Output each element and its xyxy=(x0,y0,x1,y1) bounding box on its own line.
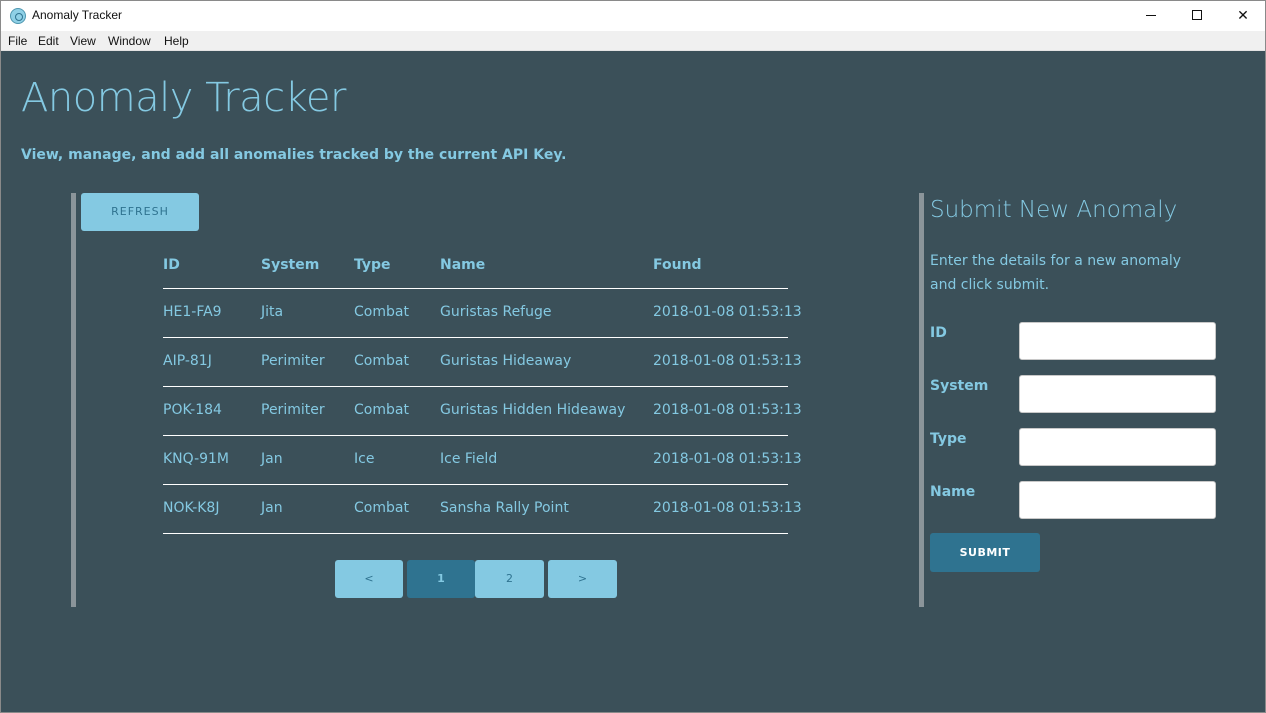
cell-name: Guristas Hidden Hideaway xyxy=(440,402,626,418)
menu-window[interactable]: Window xyxy=(108,34,151,48)
submit-button[interactable]: SUBMIT xyxy=(930,533,1040,572)
type-field[interactable] xyxy=(1019,428,1216,466)
cell-type: Combat xyxy=(354,353,409,369)
column-header-found[interactable]: Found xyxy=(653,257,702,273)
anomaly-list-panel: REFRESH ID System Type Name Found HE1-FA… xyxy=(71,193,811,607)
form-title: Submit New Anomaly xyxy=(930,197,1178,223)
cell-system: Perimiter xyxy=(261,353,325,369)
cell-id: HE1-FA9 xyxy=(163,304,222,320)
system-label: System xyxy=(930,378,989,394)
window-title: Anomaly Tracker xyxy=(32,8,123,22)
menu-help[interactable]: Help xyxy=(164,34,189,48)
cell-name: Ice Field xyxy=(440,451,498,467)
system-field[interactable] xyxy=(1019,375,1216,413)
table-row[interactable]: NOK-K8J Jan Combat Sansha Rally Point 20… xyxy=(163,485,802,534)
cell-name: Guristas Refuge xyxy=(440,304,552,320)
cell-found: 2018-01-08 01:53:13 xyxy=(653,353,802,369)
cell-found: 2018-01-08 01:53:13 xyxy=(653,402,802,418)
previous-page-button[interactable]: < xyxy=(335,560,403,598)
cell-type: Combat xyxy=(354,402,409,418)
cell-type: Combat xyxy=(354,304,409,320)
cell-type: Combat xyxy=(354,500,409,516)
id-field[interactable] xyxy=(1019,322,1216,360)
table-row[interactable]: HE1-FA9 Jita Combat Guristas Refuge 2018… xyxy=(163,289,802,338)
cell-system: Jita xyxy=(261,304,284,320)
page-1-button[interactable]: 1 xyxy=(407,560,475,598)
table-row[interactable]: AIP-81J Perimiter Combat Guristas Hideaw… xyxy=(163,338,802,387)
close-button[interactable]: ✕ xyxy=(1220,1,1266,31)
menu-bar: File Edit View Window Help xyxy=(1,31,1265,51)
cell-id: POK-184 xyxy=(163,402,222,418)
cell-name: Sansha Rally Point xyxy=(440,500,569,516)
minimize-icon xyxy=(1146,15,1156,16)
next-page-button[interactable]: > xyxy=(548,560,617,598)
cell-name: Guristas Hideaway xyxy=(440,353,572,369)
new-anomaly-panel: Submit New Anomaly Enter the details for… xyxy=(919,193,1229,607)
app-logo-icon xyxy=(10,8,26,24)
type-label: Type xyxy=(930,431,967,447)
page-subtitle: View, manage, and add all anomalies trac… xyxy=(21,147,567,163)
name-label: Name xyxy=(930,484,976,500)
table-row[interactable]: POK-184 Perimiter Combat Guristas Hidden… xyxy=(163,387,802,436)
cell-system: Jan xyxy=(261,500,283,516)
id-label: ID xyxy=(930,325,947,341)
main-content: Anomaly Tracker View, manage, and add al… xyxy=(1,51,1265,712)
maximize-button[interactable] xyxy=(1174,1,1220,31)
minimize-button[interactable] xyxy=(1128,1,1174,31)
cell-type: Ice xyxy=(354,451,375,467)
column-header-id[interactable]: ID xyxy=(163,257,180,273)
anomaly-table: ID System Type Name Found HE1-FA9 Jita C… xyxy=(163,245,802,534)
refresh-button[interactable]: REFRESH xyxy=(81,193,199,231)
title-bar[interactable]: Anomaly Tracker ✕ xyxy=(1,1,1265,31)
close-icon: ✕ xyxy=(1237,8,1249,24)
name-field[interactable] xyxy=(1019,481,1216,519)
table-row[interactable]: KNQ-91M Jan Ice Ice Field 2018-01-08 01:… xyxy=(163,436,802,485)
menu-view[interactable]: View xyxy=(70,34,96,48)
cell-id: NOK-K8J xyxy=(163,500,220,516)
cell-found: 2018-01-08 01:53:13 xyxy=(653,304,802,320)
menu-edit[interactable]: Edit xyxy=(38,34,59,48)
cell-found: 2018-01-08 01:53:13 xyxy=(653,500,802,516)
form-description: Enter the details for a new anomaly and … xyxy=(930,253,1182,293)
cell-id: KNQ-91M xyxy=(163,451,230,467)
cell-system: Perimiter xyxy=(261,402,325,418)
table-header: ID System Type Name Found xyxy=(163,245,788,289)
app-window: Anomaly Tracker ✕ File Edit View Window … xyxy=(0,0,1266,713)
page-2-button[interactable]: 2 xyxy=(475,560,544,598)
column-header-name[interactable]: Name xyxy=(440,257,485,273)
cell-system: Jan xyxy=(261,451,283,467)
cell-id: AIP-81J xyxy=(163,353,212,369)
cell-found: 2018-01-08 01:53:13 xyxy=(653,451,802,467)
maximize-icon xyxy=(1192,10,1202,20)
menu-file[interactable]: File xyxy=(8,34,27,48)
column-header-type[interactable]: Type xyxy=(354,257,391,273)
page-title: Anomaly Tracker xyxy=(21,75,346,121)
column-header-system[interactable]: System xyxy=(261,257,319,273)
